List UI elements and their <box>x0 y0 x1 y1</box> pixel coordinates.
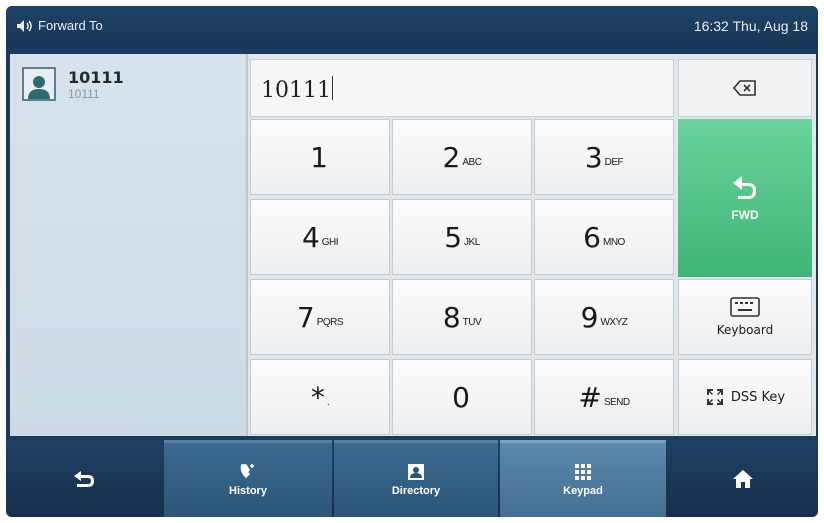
key-digit: # <box>578 380 602 414</box>
key-6[interactable]: 6 MNO <box>534 199 674 275</box>
tab-history-label: History <box>229 485 267 497</box>
key-letters: SEND <box>603 396 630 408</box>
back-icon <box>74 470 94 487</box>
key-letters: . <box>326 396 330 408</box>
key-2[interactable]: 2 ABC <box>392 119 532 195</box>
key-9[interactable]: 9 WXYZ <box>534 279 674 355</box>
key-digit: 0 <box>452 380 470 414</box>
key-digit: 4 <box>301 220 320 254</box>
key-0[interactable]: 0 <box>392 359 532 435</box>
key-digit: 8 <box>442 300 461 334</box>
keyboard-icon <box>730 297 760 317</box>
key-letters: DEF <box>604 156 624 168</box>
key-letters: MNO <box>602 236 625 248</box>
contact-avatar-icon <box>22 67 56 101</box>
contact-name: 10111 <box>68 68 124 87</box>
key-8[interactable]: 8 TUV <box>392 279 532 355</box>
key-digit: 9 <box>580 300 599 334</box>
speaker-icon <box>16 19 34 33</box>
key-letters: TUV <box>462 316 482 328</box>
key-hash[interactable]: # SEND <box>534 359 674 435</box>
keypad-icon <box>575 464 591 480</box>
key-letters: JKL <box>464 236 480 248</box>
key-letters: GHI <box>321 236 339 248</box>
key-star[interactable]: *. <box>250 359 390 435</box>
tab-history[interactable]: History <box>164 440 332 517</box>
contact-panel: 10111 10111 <box>10 54 248 436</box>
key-7[interactable]: 7 PQRS <box>250 279 390 355</box>
key-letters: ABC <box>462 156 482 168</box>
key-1[interactable]: 1 <box>250 119 390 195</box>
phone-screen: Forward To 16:32 Thu, Aug 18 10111 10111… <box>6 6 818 517</box>
tab-directory[interactable]: Directory <box>334 440 498 517</box>
key-4[interactable]: 4 GHI <box>250 199 390 275</box>
key-3[interactable]: 3 DEF <box>534 119 674 195</box>
tab-keypad-label: Keypad <box>563 485 603 497</box>
backspace-button[interactable] <box>678 59 812 117</box>
title-text: Forward To <box>38 18 103 33</box>
number-entry-value: 10111 <box>261 78 331 103</box>
dss-key-label: DSS Key <box>730 389 786 405</box>
keyboard-button[interactable]: Keyboard <box>678 279 812 355</box>
dss-key-button[interactable]: DSS Key <box>678 359 812 435</box>
forward-icon <box>733 176 756 199</box>
key-digit: 5 <box>444 220 463 254</box>
key-letters: PQRS <box>316 316 344 328</box>
forward-label: FWD <box>731 208 759 222</box>
key-letters: WXYZ <box>600 316 628 328</box>
number-entry-field[interactable]: 10111 <box>250 59 674 117</box>
tab-keypad[interactable]: Keypad <box>500 440 666 517</box>
key-digit: 6 <box>583 220 601 254</box>
home-icon <box>733 469 753 488</box>
history-icon <box>240 464 254 479</box>
forward-button[interactable]: FWD <box>678 119 812 277</box>
tab-directory-label: Directory <box>391 485 441 497</box>
contact-number: 10111 <box>68 87 100 101</box>
clock: 16:32 Thu, Aug 18 <box>693 18 808 34</box>
bottom-navigation: History Directory Keypad <box>6 440 818 517</box>
keyboard-label: Keyboard <box>716 323 774 337</box>
status-bar: Forward To 16:32 Thu, Aug 18 <box>6 6 818 48</box>
key-digit: 3 <box>584 140 603 174</box>
backspace-icon <box>733 80 756 96</box>
dss-key-icon <box>706 389 723 405</box>
key-digit: 7 <box>296 300 315 334</box>
home-button[interactable] <box>668 440 818 517</box>
key-digit: 2 <box>442 140 461 174</box>
screen-title: Forward To <box>16 18 103 33</box>
back-button[interactable] <box>6 440 162 517</box>
directory-icon <box>408 464 424 480</box>
key-5[interactable]: 5 JKL <box>392 199 532 275</box>
contact-item[interactable]: 10111 10111 <box>22 64 234 104</box>
key-digit: 1 <box>310 140 328 174</box>
key-digit: * <box>310 380 325 414</box>
